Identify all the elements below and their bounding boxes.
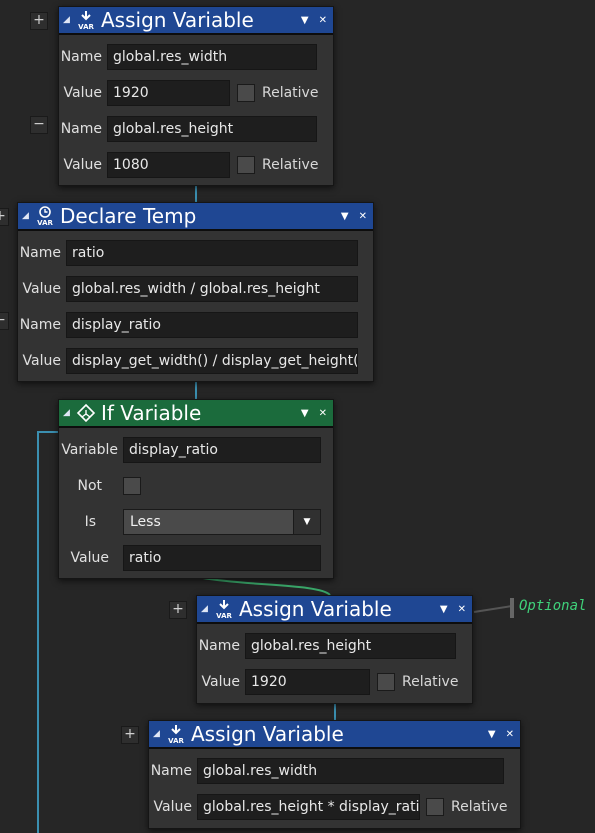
comparison-select-value: Less <box>130 514 161 530</box>
svg-text:VAR: VAR <box>168 737 184 744</box>
node-header[interactable]: ◢ VAR Assign Variable ▼ ✕ <box>149 721 520 749</box>
node-title: Assign Variable <box>239 597 392 621</box>
dropdown-triangle-icon[interactable]: ▼ <box>301 15 309 26</box>
add-item-button[interactable]: + <box>169 601 187 619</box>
close-icon[interactable]: ✕ <box>319 408 327 419</box>
add-item-button[interactable]: + <box>0 208 9 226</box>
relative-label: Relative <box>262 85 319 101</box>
variable-label: Variable <box>61 442 118 458</box>
variable-field[interactable]: display_ratio <box>123 437 321 463</box>
svg-text:VAR: VAR <box>216 612 232 619</box>
name-label: Name <box>150 763 192 779</box>
value-field[interactable]: display_get_width() / display_get_height… <box>66 348 358 374</box>
relative-checkbox[interactable] <box>377 673 395 691</box>
node-header[interactable]: ◢ VAR Assign Variable ▼ ✕ <box>197 596 472 624</box>
name-label: Name <box>60 121 102 137</box>
assign-variable-node[interactable]: ◢ VAR Assign Variable ▼ ✕ Name global.res… <box>148 720 521 829</box>
assign-variable-node[interactable]: ◢ VAR Assign Variable ▼ ✕ Name global.res… <box>196 595 473 704</box>
name-label: Name <box>198 638 240 654</box>
name-field[interactable]: ratio <box>66 240 358 266</box>
value-field[interactable]: 1080 <box>107 152 230 178</box>
relative-checkbox[interactable] <box>237 84 255 102</box>
relative-label: Relative <box>262 157 319 173</box>
declare-temp-node[interactable]: ◢ VAR Declare Temp ▼ ✕ Name ratio Value gl… <box>17 202 374 382</box>
collapse-icon[interactable]: ◢ <box>63 15 75 25</box>
node-header[interactable]: ◢ VAR Declare Temp ▼ ✕ <box>18 203 373 231</box>
name-label: Name <box>19 317 61 333</box>
close-icon[interactable]: ✕ <box>359 211 367 222</box>
var-temp-clock-icon: VAR <box>34 205 56 227</box>
close-icon[interactable]: ✕ <box>319 15 327 26</box>
add-item-button[interactable]: + <box>121 726 139 744</box>
if-branch-icon <box>75 402 97 424</box>
value-field[interactable]: global.res_width / global.res_height <box>66 276 358 302</box>
name-label: Name <box>19 245 61 261</box>
is-label: Is <box>84 514 96 530</box>
name-field[interactable]: display_ratio <box>66 312 358 338</box>
var-assign-icon: VAR <box>75 9 97 31</box>
name-field[interactable]: global.res_width <box>107 44 317 70</box>
name-field[interactable]: global.res_height <box>245 633 456 659</box>
chevron-down-icon[interactable]: ▼ <box>293 510 320 534</box>
value-label: Value <box>63 85 102 101</box>
node-header[interactable]: ◢ If Variable ▼ ✕ <box>59 400 333 428</box>
node-title: If Variable <box>101 401 202 425</box>
remove-item-button[interactable]: − <box>0 312 9 330</box>
collapse-icon[interactable]: ◢ <box>63 408 75 418</box>
close-icon[interactable]: ✕ <box>458 604 466 615</box>
node-title: Assign Variable <box>101 8 254 32</box>
value-field[interactable]: 1920 <box>245 669 370 695</box>
value-label: Value <box>70 550 109 566</box>
not-checkbox[interactable] <box>123 477 141 495</box>
node-header[interactable]: ◢ VAR Assign Variable ▼ ✕ <box>59 7 333 35</box>
close-icon[interactable]: ✕ <box>506 729 514 740</box>
add-item-button[interactable]: + <box>30 12 48 30</box>
svg-text:VAR: VAR <box>37 219 53 226</box>
value-label: Value <box>153 799 192 815</box>
collapse-icon[interactable]: ◢ <box>153 729 165 739</box>
value-label: Value <box>201 674 240 690</box>
value-field[interactable]: global.res_height * display_ratio <box>197 794 420 820</box>
assign-variable-node[interactable]: ◢ VAR Assign Variable ▼ ✕ Name global.res… <box>58 6 334 186</box>
not-label: Not <box>77 478 102 494</box>
if-variable-node[interactable]: ◢ If Variable ▼ ✕ Variable display_ratio … <box>58 399 334 579</box>
relative-label: Relative <box>451 799 508 815</box>
name-label: Name <box>60 49 102 65</box>
dropdown-triangle-icon[interactable]: ▼ <box>440 604 448 615</box>
var-assign-icon: VAR <box>213 598 235 620</box>
value-field[interactable]: 1920 <box>107 80 230 106</box>
node-title: Declare Temp <box>60 204 197 228</box>
var-assign-icon: VAR <box>165 723 187 745</box>
dropdown-triangle-icon[interactable]: ▼ <box>488 729 496 740</box>
svg-text:VAR: VAR <box>78 23 94 30</box>
dropdown-triangle-icon[interactable]: ▼ <box>301 408 309 419</box>
comparison-select[interactable]: Less ▼ <box>123 509 321 535</box>
optional-label: Optional <box>519 598 587 614</box>
value-label: Value <box>22 281 61 297</box>
relative-checkbox[interactable] <box>237 156 255 174</box>
node-title: Assign Variable <box>191 722 344 746</box>
collapse-icon[interactable]: ◢ <box>22 211 34 221</box>
collapse-icon[interactable]: ◢ <box>201 604 213 614</box>
remove-item-button[interactable]: − <box>30 116 48 134</box>
name-field[interactable]: global.res_height <box>107 116 317 142</box>
value-field[interactable]: ratio <box>123 545 321 571</box>
value-label: Value <box>22 353 61 369</box>
value-label: Value <box>63 157 102 173</box>
relative-checkbox[interactable] <box>426 798 444 816</box>
name-field[interactable]: global.res_width <box>197 758 504 784</box>
relative-label: Relative <box>402 674 459 690</box>
dropdown-triangle-icon[interactable]: ▼ <box>341 211 349 222</box>
